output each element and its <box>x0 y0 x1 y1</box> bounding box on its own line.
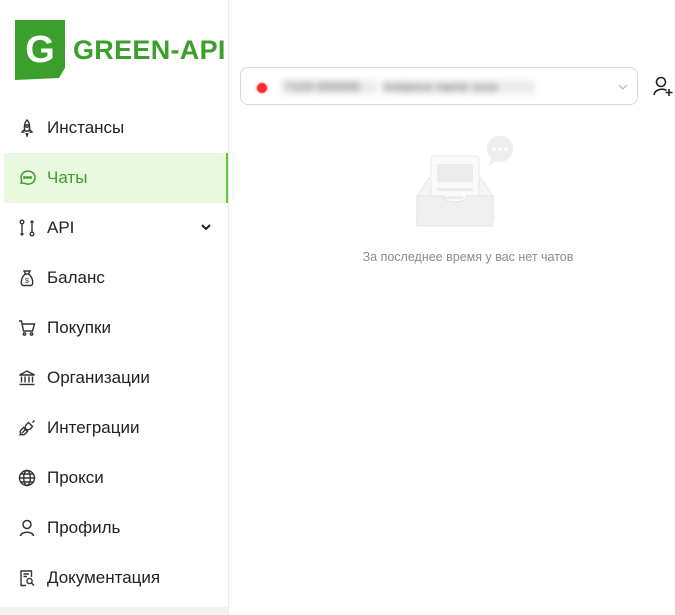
sidebar-item-label: API <box>47 218 75 237</box>
sidebar-item-proxy[interactable]: Прокси <box>0 453 228 503</box>
brand-logo[interactable]: G GREEN-API <box>15 20 226 80</box>
sidebar-item-label: Документация <box>47 568 161 587</box>
sidebar-item-balance[interactable]: $ Баланс <box>0 253 228 303</box>
chevron-down-icon[interactable] <box>617 81 629 93</box>
instance-status-dot <box>257 83 267 93</box>
sidebar-footer <box>0 607 228 615</box>
sidebar-item-label: Покупки <box>47 318 111 337</box>
sidebar-item-label: Инстансы <box>47 118 125 137</box>
svg-text:$: $ <box>25 278 29 285</box>
sidebar-item-label: Баланс <box>47 268 105 287</box>
sidebar-item-chats[interactable]: Чаты <box>4 153 228 203</box>
sidebar-item-purchases[interactable]: Покупки <box>0 303 228 353</box>
empty-state-message: За последнее время у вас нет чатов <box>362 250 574 264</box>
green-api-logo-icon: G <box>15 20 65 80</box>
sidebar-item-documentation[interactable]: Документация <box>0 553 228 603</box>
chevron-down-icon[interactable] <box>200 221 212 233</box>
chat-icon <box>18 169 36 187</box>
sidebar-item-label: Профиль <box>47 518 121 537</box>
bank-icon <box>18 369 36 387</box>
user-icon <box>18 519 36 537</box>
document-search-icon <box>18 569 36 587</box>
sidebar-item-instances[interactable]: Инстансы <box>0 103 228 153</box>
sidebar-item-label: Интеграции <box>47 418 140 437</box>
money-bag-icon: $ <box>18 269 36 287</box>
plug-icon <box>18 419 36 437</box>
instance-name-text: instance name xxxx <box>381 80 535 94</box>
git-compare-icon <box>18 219 36 237</box>
sidebar-item-label: Прокси <box>47 468 104 487</box>
sidebar-item-api[interactable]: API <box>0 203 228 253</box>
brand-name: GREEN-API <box>73 34 226 65</box>
sidebar-menu: Инстансы Чаты API $ Баланс Покупки Орган… <box>0 103 228 603</box>
rocket-icon <box>18 119 36 137</box>
globe-icon <box>18 469 36 487</box>
sidebar-item-profile[interactable]: Профиль <box>0 503 228 553</box>
sidebar: G GREEN-API Инстансы Чаты API $ Баланс П… <box>0 0 229 615</box>
sidebar-item-label: Организации <box>47 368 150 387</box>
cart-icon <box>18 319 36 337</box>
instance-select[interactable]: 7103 000000 instance name xxxx <box>240 67 638 105</box>
add-user-button[interactable] <box>652 75 674 97</box>
sidebar-item-label: Чаты <box>47 168 88 187</box>
empty-inbox-icon <box>415 136 513 227</box>
instance-id-text: 7103 000000 <box>281 80 377 94</box>
sidebar-item-integrations[interactable]: Интеграции <box>0 403 228 453</box>
sidebar-item-organizations[interactable]: Организации <box>0 353 228 403</box>
svg-text:G: G <box>25 29 55 71</box>
